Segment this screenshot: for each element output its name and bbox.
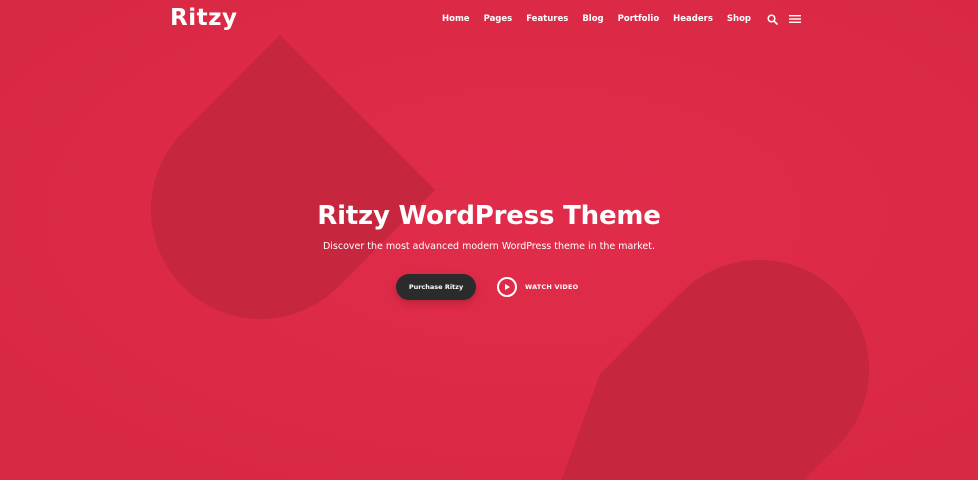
search-icon[interactable] bbox=[765, 12, 779, 26]
nav-item-shop[interactable]: Shop bbox=[727, 14, 751, 24]
nav-item-pages[interactable]: Pages bbox=[484, 14, 513, 24]
ritzy-logo[interactable]: Ritzy bbox=[170, 2, 237, 34]
purchase-button[interactable]: Purchase Ritzy bbox=[396, 274, 476, 300]
hero-cta-row: Purchase Ritzy WATCH VIDEO bbox=[396, 274, 578, 300]
hero-title: Ritzy WordPress Theme bbox=[317, 201, 661, 231]
nav-item-features[interactable]: Features bbox=[526, 14, 568, 24]
nav-item-blog[interactable]: Blog bbox=[582, 14, 603, 24]
watch-video-link[interactable]: WATCH VIDEO bbox=[497, 277, 578, 297]
nav-item-home[interactable]: Home bbox=[442, 14, 470, 24]
nav-item-portfolio[interactable]: Portfolio bbox=[618, 14, 660, 24]
nav-item-headers[interactable]: Headers bbox=[673, 14, 713, 24]
play-icon[interactable] bbox=[497, 277, 517, 297]
watch-video-label[interactable]: WATCH VIDEO bbox=[525, 283, 578, 291]
menu-icon[interactable] bbox=[788, 12, 802, 26]
site-header: Ritzy Home Pages Features Blog Portfolio… bbox=[0, 0, 978, 38]
hero-subtitle: Discover the most advanced modern WordPr… bbox=[322, 241, 656, 252]
upper-left-stadium-shape bbox=[150, 35, 435, 320]
main-navigation: Home Pages Features Blog Portfolio Heade… bbox=[442, 10, 802, 28]
hero-section: Ritzy Home Pages Features Blog Portfolio… bbox=[0, 0, 978, 480]
